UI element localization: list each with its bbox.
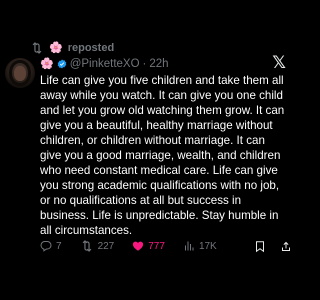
repost-icon: [32, 42, 42, 54]
post-text-line: give you a good marriage, wealth, and ch…: [40, 149, 281, 162]
post-text-line: or no qualifications at all but success …: [40, 194, 242, 207]
bookmark-icon[interactable]: [254, 240, 266, 253]
post-text-line: give you a beautiful, healthy marriage w…: [40, 119, 273, 132]
verified-badge-icon: [57, 59, 67, 69]
post-text-line: and let you grow old watching them grow.…: [40, 104, 285, 117]
post-time[interactable]: 22h: [149, 58, 168, 70]
separator-dot: ·: [142, 58, 147, 70]
repost-indicator[interactable]: 🌸 reposted: [30, 40, 114, 56]
views-button[interactable]: 17K: [183, 240, 217, 252]
repost-label: reposted: [67, 42, 115, 54]
views-chart-icon: [184, 241, 194, 251]
reply-icon: [40, 241, 52, 252]
avatar[interactable]: [5, 58, 35, 88]
avatar-face: [14, 66, 26, 81]
post-text-line: children, or children without marriage. …: [40, 134, 265, 147]
post-header: 🌸 @PinketteXO · 22h: [40, 56, 169, 72]
post-text-line: all circumstances.: [40, 224, 133, 237]
post-handle[interactable]: @PinketteXO: [70, 58, 140, 70]
reply-button[interactable]: 7: [40, 240, 62, 252]
tweet-card: 🌸 reposted 🌸 @PinketteXO · 22h 𝕏 Life ca…: [0, 0, 300, 300]
post-text-line: you strong academic qualifications with …: [40, 179, 280, 192]
post-text: Life can give you five children and take…: [40, 73, 298, 238]
views-count: 17K: [198, 240, 217, 252]
post-text-line: Life can give you five children and take…: [40, 74, 284, 87]
like-count: 777: [148, 240, 165, 252]
like-button[interactable]: 777: [132, 240, 165, 252]
repost-button[interactable]: 227: [80, 240, 115, 252]
repost-count: 227: [97, 240, 115, 252]
flower-emoji: 🌸: [49, 41, 63, 54]
share-icon[interactable]: [280, 240, 292, 253]
post-text-line: who need constant medical care. Life can…: [40, 164, 278, 177]
flower-emoji: 🌸: [40, 57, 54, 70]
post-text-line: business. Life is unpredictable. Stay hu…: [40, 209, 279, 222]
heart-icon: [133, 241, 144, 251]
action-bar: 7 227 777 17K: [40, 238, 292, 254]
secondary-actions: [254, 240, 292, 253]
reply-count: 7: [56, 240, 62, 252]
x-logo-icon: 𝕏: [272, 53, 286, 72]
repost-icon: [82, 240, 91, 252]
post-text-line: away while you watch. It can give you on…: [40, 89, 283, 102]
